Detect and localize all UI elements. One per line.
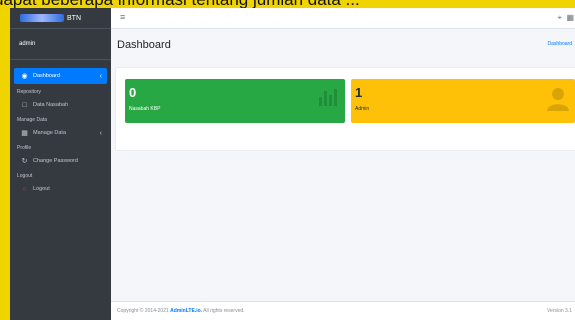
copyright-suffix: All rights reserved. bbox=[202, 308, 245, 314]
breadcrumb[interactable]: Dashboard bbox=[548, 41, 572, 47]
user-icon bbox=[547, 88, 569, 111]
chart-bar-icon bbox=[319, 89, 337, 106]
box-value: 0 bbox=[129, 85, 137, 100]
small-box-admin[interactable]: 1 Admin bbox=[351, 79, 575, 123]
top-navbar: ≡ ⌖ ▦ bbox=[111, 8, 575, 29]
nav-header-profile: Profile bbox=[17, 145, 32, 151]
box-label: Nasabah KBP bbox=[129, 106, 161, 112]
brand-logo bbox=[20, 14, 64, 22]
sidebar-menu: ◉ Dashboard ‹ Repository □ Data Nasabah … bbox=[10, 60, 111, 196]
sidebar-item-manage-data[interactable]: ▦ Manage Data ‹ bbox=[14, 126, 107, 140]
sidebar-item-logout[interactable]: ○ Logout bbox=[14, 182, 107, 196]
box-value: 1 bbox=[355, 85, 363, 100]
dashboard-icon: ◉ bbox=[21, 73, 28, 80]
sidebar: BTN admin ◉ Dashboard ‹ Repository □ Dat… bbox=[10, 8, 111, 320]
fullscreen-icon[interactable]: ⌖ bbox=[557, 13, 562, 23]
adminlte-link[interactable]: AdminLTE.io. bbox=[170, 308, 202, 314]
page-title: Dashboard bbox=[117, 39, 171, 51]
user-name: admin bbox=[19, 41, 36, 47]
nav-header-repository: Repository bbox=[17, 89, 41, 95]
version-text: Version 3.1 bbox=[546, 308, 572, 314]
copyright-prefix: Copyright © 2014-2021 bbox=[117, 308, 169, 314]
brand-link[interactable]: BTN bbox=[10, 8, 111, 29]
footer: Copyright © 2014-2021 AdminLTE.io. All r… bbox=[111, 301, 575, 320]
sidebar-item-label: Manage Data bbox=[33, 130, 67, 136]
chevron-left-icon: ‹ bbox=[99, 72, 102, 80]
table-icon: ▦ bbox=[21, 130, 28, 137]
nav-header-manage: Manage Data bbox=[17, 117, 48, 123]
sidebar-item-label: Logout bbox=[33, 186, 50, 192]
refresh-icon: ↻ bbox=[21, 158, 28, 165]
file-icon: □ bbox=[22, 101, 27, 109]
sidebar-item-label: Data Nasabah bbox=[33, 102, 69, 108]
content-header: Dashboard Dashboard bbox=[111, 29, 575, 63]
sidebar-item-data-nasabah[interactable]: □ Data Nasabah bbox=[14, 98, 107, 112]
brand-text: BTN bbox=[67, 14, 81, 22]
copyright-text: Copyright © 2014-2021 AdminLTE.io. All r… bbox=[117, 308, 245, 314]
sidebar-item-dashboard[interactable]: ◉ Dashboard ‹ bbox=[14, 68, 107, 84]
small-box-nasabah[interactable]: 0 Nasabah KBP bbox=[125, 79, 345, 123]
chevron-left-icon: ‹ bbox=[99, 129, 102, 137]
sidebar-item-label: Change Password bbox=[33, 158, 78, 164]
nav-header-logout: Logout bbox=[17, 173, 33, 179]
user-panel[interactable]: admin bbox=[10, 29, 111, 60]
power-icon: ○ bbox=[22, 185, 27, 193]
hamburger-icon[interactable]: ≡ bbox=[120, 12, 125, 22]
stats-card: 0 Nasabah KBP 1 Admin bbox=[116, 68, 575, 150]
box-label: Admin bbox=[355, 106, 370, 112]
sidebar-item-label: Dashboard bbox=[33, 73, 60, 79]
admin-window: BTN admin ◉ Dashboard ‹ Repository □ Dat… bbox=[10, 8, 575, 320]
grid-icon[interactable]: ▦ bbox=[566, 13, 574, 22]
sidebar-item-change-password[interactable]: ↻ Change Password bbox=[14, 154, 107, 168]
